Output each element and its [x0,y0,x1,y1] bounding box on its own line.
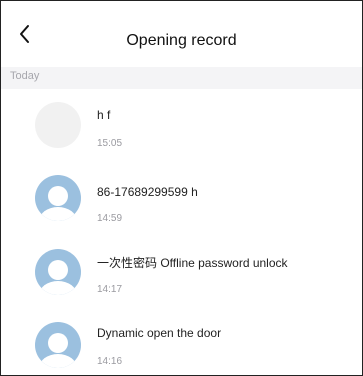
section-header-today: Today [1,67,362,89]
record-time: 14:17 [97,284,123,295]
section-label: Today [10,70,40,82]
app-frame: Opening record Today h f 15:05 86-176892… [0,0,363,376]
record-item[interactable]: 一次性密码 Offline password unlock 14:17 [1,237,362,309]
page-title: Opening record [126,32,237,49]
record-name: 86-17689299599 h [97,185,198,199]
record-name: h f [97,108,111,122]
record-time: 15:05 [97,138,123,149]
record-item[interactable]: Dynamic open the door 14:16 [1,309,362,375]
record-name: Dynamic open the door [97,326,222,340]
header: Opening record [1,1,362,57]
default-user-icon [35,175,81,221]
record-name: 一次性密码 Offline password unlock [97,256,288,270]
default-user-icon [35,249,81,295]
record-item[interactable]: h f 15:05 [1,91,362,163]
record-time: 14:59 [97,213,123,224]
avatar-placeholder [35,102,81,148]
default-user-icon [35,322,81,368]
record-time: 14:16 [97,356,123,367]
record-item[interactable]: 86-17689299599 h 14:59 [1,163,362,235]
